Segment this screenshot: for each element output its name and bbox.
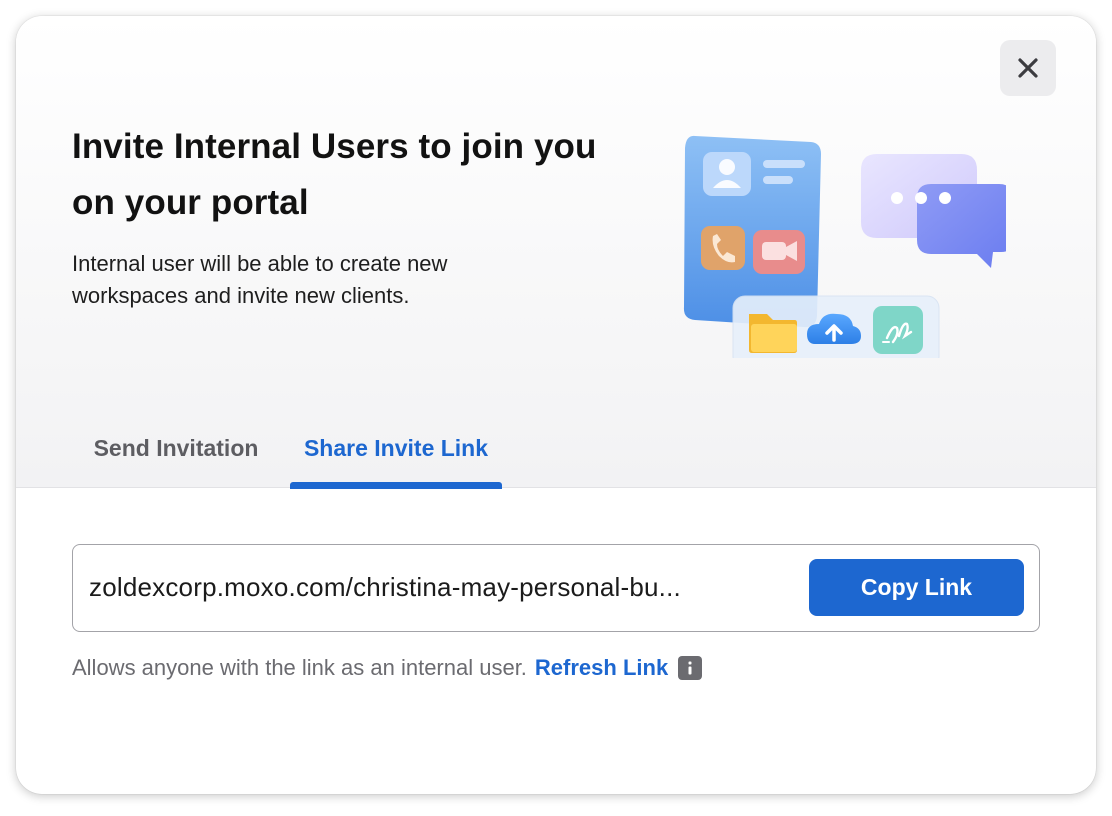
dialog-subtitle: Internal user will be able to create new… bbox=[72, 251, 448, 308]
link-helper-text: Allows anyone with the link as an intern… bbox=[72, 652, 703, 684]
signature-icon bbox=[873, 306, 923, 354]
chat-bubble-icon bbox=[861, 154, 1006, 268]
active-tab-indicator bbox=[290, 482, 502, 489]
invite-dialog: Invite Internal Users to join you on you… bbox=[16, 16, 1096, 794]
info-icon[interactable] bbox=[678, 656, 703, 680]
close-icon bbox=[1018, 58, 1038, 78]
invite-link-field[interactable]: zoldexcorp.moxo.com/christina-may-person… bbox=[72, 544, 1040, 632]
dialog-title: Invite Internal Users to join you on you… bbox=[72, 127, 597, 222]
copy-link-button[interactable]: Copy Link bbox=[809, 559, 1024, 616]
close-button[interactable] bbox=[1000, 40, 1056, 96]
dialog-header: Invite Internal Users to join you on you… bbox=[16, 16, 1096, 489]
collaboration-illustration bbox=[683, 135, 1006, 358]
tab-send-invitation[interactable]: Send Invitation bbox=[72, 416, 280, 488]
helper-description: Allows anyone with the link as an intern… bbox=[72, 655, 527, 680]
tab-label: Send Invitation bbox=[93, 435, 259, 461]
refresh-link-button[interactable]: Refresh Link bbox=[535, 652, 668, 684]
tab-share-invite-link[interactable]: Share Invite Link bbox=[290, 416, 502, 489]
invite-link-value[interactable]: zoldexcorp.moxo.com/christina-may-person… bbox=[89, 545, 789, 630]
tab-label: Share Invite Link bbox=[303, 435, 489, 461]
tab-bar: Send Invitation Share Invite Link bbox=[72, 416, 502, 489]
